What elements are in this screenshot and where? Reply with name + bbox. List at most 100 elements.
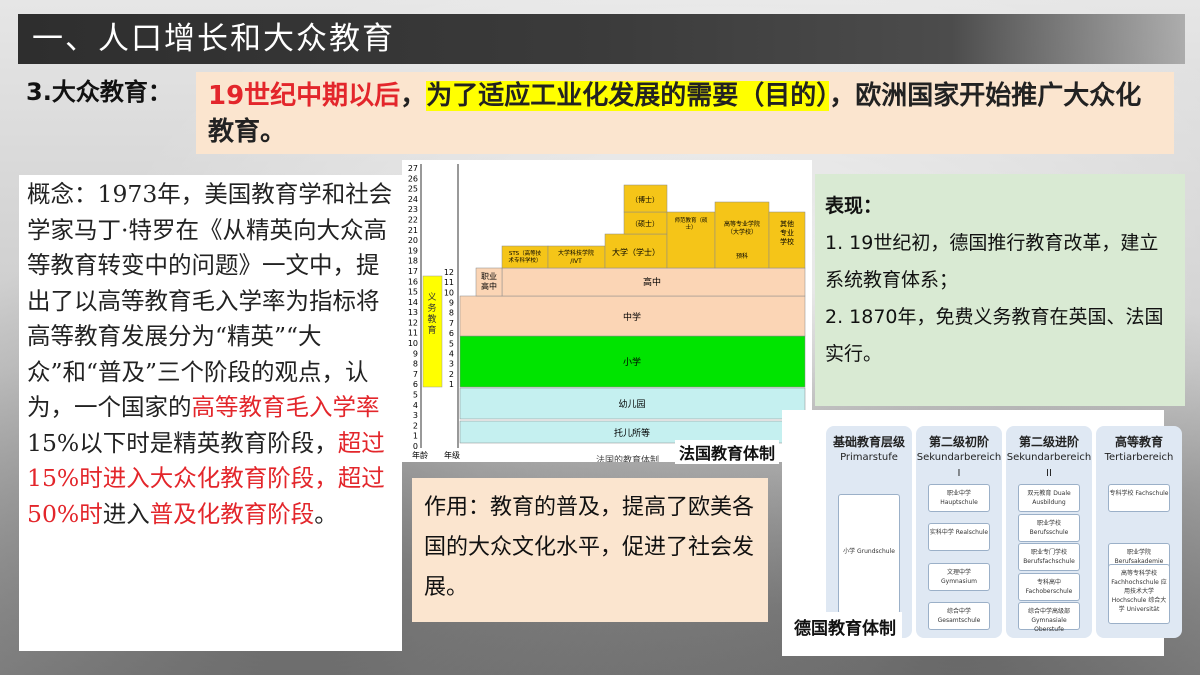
age-tick: 15 <box>408 288 418 297</box>
age-tick: 12 <box>408 318 418 327</box>
grade-tick: 5 <box>449 339 454 348</box>
age-axis-label: 年龄 <box>412 450 428 460</box>
french-chart-caption: 法国教育体制 <box>675 440 780 464</box>
age-ticks: 2726252423222120191817161514131211109876… <box>408 164 418 451</box>
kindergarten-label: 幼儿园 <box>618 398 645 410</box>
german-school-item: 职业学校 Berufsschule <box>1018 513 1080 542</box>
concept-text-1: 概念：1973年，美国教育学和社会学家马丁·特罗在《从精英向大众高等教育转变中的… <box>27 180 393 421</box>
concept-box: 概念：1973年，美国教育学和社会学家马丁·特罗在《从精英向大众高等教育转变中的… <box>19 175 402 651</box>
concept-universal-stage: 普及化教育阶段 <box>149 499 315 528</box>
concept-text-5: 进入 <box>102 499 150 528</box>
other-label: 其他专业学校 <box>780 219 794 246</box>
german-column-title: 第二级初阶 Sekundarbereich I <box>916 434 1002 482</box>
german-column: 基础教育层级 Primarstufe 小学 Grundschule <box>826 426 912 638</box>
age-tick: 18 <box>408 257 418 266</box>
german-column-name: 第二级初阶 <box>928 435 989 449</box>
german-school-item: 小学 Grundschule <box>838 494 900 614</box>
german-column: 高等教育 Tertiarbereich 专科学校 Fachschule 职业学院 Be… <box>1096 426 1182 638</box>
german-column-title: 高等教育 Tertiarbereich <box>1096 434 1182 466</box>
grade-ticks: 121110 987654 321 <box>444 268 454 389</box>
grade-tick: 4 <box>449 349 454 358</box>
age-tick: 23 <box>408 205 418 214</box>
age-tick: 11 <box>408 329 418 338</box>
german-column-sub: Tertiarbereich <box>1104 452 1174 463</box>
grade-axis-label: 年级 <box>444 450 460 460</box>
intro-time: 19世纪中期以后 <box>208 81 401 111</box>
french-education-chart: 27 26 25 24 23 22 21 20 19 18 17 16 15 14 13 12 11 10 9 8 7 6… <box>402 160 812 462</box>
german-column-name: 高等教育 <box>1114 435 1163 449</box>
age-tick: 25 <box>408 185 418 194</box>
university-label: 大学（学士） <box>612 247 660 257</box>
age-tick: 7 <box>413 370 418 379</box>
age-tick: 3 <box>413 411 418 420</box>
age-tick: 19 <box>408 246 418 255</box>
german-column-sub: Sekundarbereich II <box>1006 452 1092 479</box>
nursery-label: 托儿所等 <box>614 427 650 439</box>
grade-tick: 7 <box>449 319 454 328</box>
age-tick: 20 <box>408 236 418 245</box>
age-tick: 10 <box>408 339 418 348</box>
german-column: 第二级进阶 Sekundarbereich II 双元教育 Duale Ausbil… <box>1006 426 1092 638</box>
concept-gross-enrollment: 高等教育毛入学率 <box>191 393 380 421</box>
age-tick: 6 <box>413 380 418 389</box>
german-school-item: 综合中学高级部 Gymnasiale Oberstufe <box>1018 602 1080 633</box>
grade-tick: 3 <box>449 360 454 369</box>
grade-tick: 11 <box>444 278 454 287</box>
prep-label: 预科 <box>736 252 748 260</box>
german-school-item: 双元教育 Duale Ausbildung <box>1018 484 1080 512</box>
age-tick: 22 <box>408 215 418 224</box>
german-column: 第二级初阶 Sekundarbereich I 职业中学 Hauptschule 实科… <box>916 426 1002 638</box>
grade-tick: 6 <box>449 329 454 338</box>
high-label: 高中 <box>643 276 661 288</box>
age-tick: 13 <box>408 308 418 317</box>
intro-box: 19世纪中期以后，为了适应工业化发展的需要（目的），欧洲国家开始推广大众化教育。 <box>196 72 1174 154</box>
german-school-item: 综合中学 Gesamtschule <box>928 602 990 630</box>
section-label: 3.大众教育： <box>26 78 172 106</box>
primary-label: 小学 <box>623 356 641 368</box>
age-tick: 26 <box>408 174 418 183</box>
german-school-item: 高等专科学校 Fachhochschule 应用技术大学 Hochschule … <box>1108 564 1170 624</box>
german-school-item: 专科高中 Fachoberschule <box>1018 572 1080 601</box>
german-school-item: 职业中学 Hauptschule <box>928 484 990 512</box>
performance-box: 表现： 1. 19世纪初，德国推行教育改革，建立系统教育体系； 2. 1870年… <box>815 174 1185 406</box>
german-school-item: 实科中学 Realschule <box>928 523 990 552</box>
age-tick: 8 <box>413 360 418 369</box>
age-tick: 16 <box>408 277 418 286</box>
performance-point-1: 1. 19世纪初，德国推行教育改革，建立系统教育体系； <box>825 232 1159 291</box>
grade-tick: 9 <box>449 299 454 308</box>
age-tick: 21 <box>408 226 418 235</box>
german-column-name: 第二级进阶 <box>1018 435 1079 449</box>
german-column-sub: Sekundarbereich I <box>916 452 1002 479</box>
performance-point-2: 2. 1870年，免费义务教育在英国、法国实行。 <box>825 306 1164 365</box>
grade-tick: 8 <box>449 309 454 318</box>
effect-box: 作用：教育的普及，提高了欧美各国的大众文化水平，促进了社会发展。 <box>412 478 768 622</box>
intro-purpose: 为了适应工业化发展的需要（目的） <box>426 81 830 111</box>
sts-label: STS（高等技术专科学校） <box>508 249 541 264</box>
grade-tick: 10 <box>444 288 454 297</box>
age-tick: 0 <box>413 442 418 451</box>
german-chart-caption: 德国教育体制 <box>788 612 902 641</box>
slide-title: 一、人口增长和大众教育 <box>18 14 1185 64</box>
german-column-title: 第二级进阶 Sekundarbereich II <box>1006 434 1092 482</box>
french-chart-svg: 2726252423222120191817161514131211109876… <box>408 164 806 462</box>
german-school-item: 专科学校 Fachschule <box>1108 484 1170 512</box>
grade-tick: 12 <box>444 268 454 277</box>
concept-text-7: 。 <box>314 499 338 528</box>
age-tick: 2 <box>413 421 418 430</box>
sts-block <box>501 245 549 269</box>
german-school-item: 文理中学 Gymnasium <box>928 562 990 591</box>
age-tick: 24 <box>408 195 418 204</box>
german-school-item: 职业专门学校 Berufsfachschule <box>1018 543 1080 571</box>
german-column-title: 基础教育层级 Primarstufe <box>826 434 912 466</box>
age-tick: 9 <box>413 349 418 358</box>
middle-label: 中学 <box>623 311 641 323</box>
german-column-name: 基础教育层级 <box>832 435 905 449</box>
age-tick: 14 <box>408 298 418 307</box>
performance-head: 表现： <box>825 195 883 217</box>
masters-label: （硕士） <box>631 219 659 228</box>
german-column-sub: Primarstufe <box>840 452 898 463</box>
doctor-label: （博士） <box>631 195 659 204</box>
chart-footer: 法国的教育体制 <box>596 454 659 462</box>
grade-tick: 1 <box>449 380 454 389</box>
intro-comma: ， <box>400 81 427 111</box>
